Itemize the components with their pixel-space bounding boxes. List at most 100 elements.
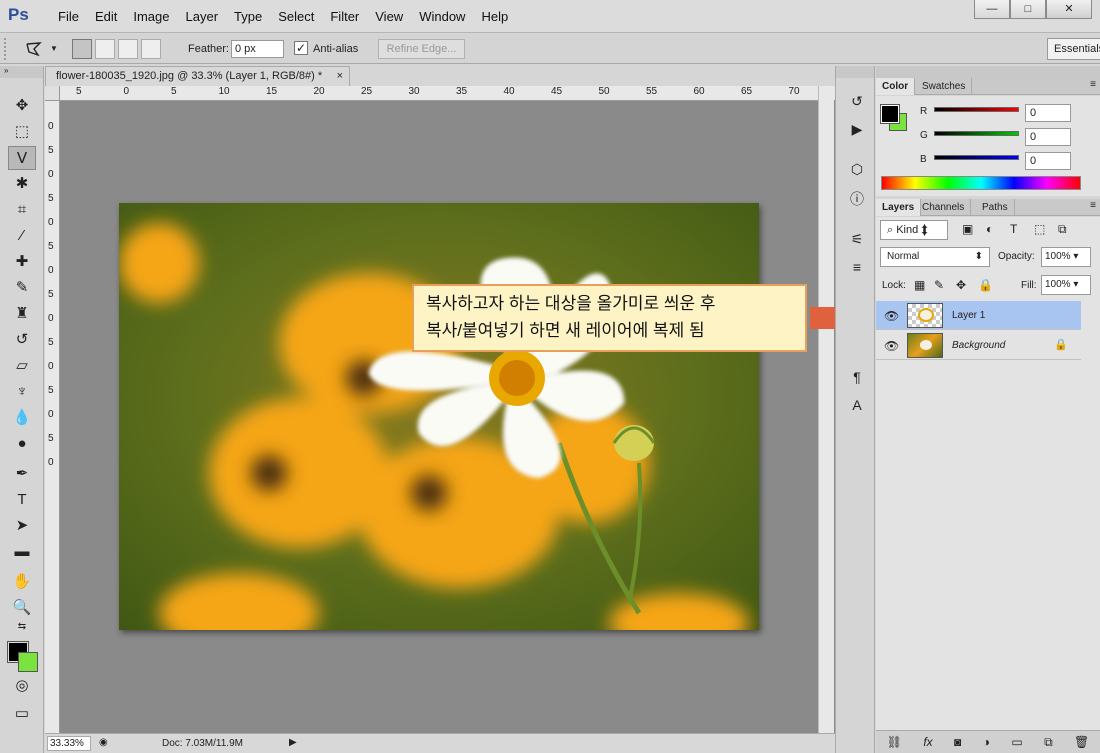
add-mask-icon[interactable]: ◙ [954,735,961,749]
vertical-scrollbar[interactable] [818,86,834,733]
subtract-selection-button[interactable] [118,39,138,59]
info-panel-icon[interactable]: ⓘ [846,188,868,210]
adjustments-panel-icon[interactable]: ≡ [846,256,868,278]
adjustment-layer-icon[interactable]: ◑ [983,735,990,749]
tab-paths[interactable]: Paths [976,199,1015,216]
fill-input[interactable]: 100% ▾ [1041,275,1091,295]
smart-object-filter-icon[interactable]: ⧉ [1058,222,1067,237]
visibility-eye-icon[interactable]: 👁 [884,339,899,353]
brush-panel-icon[interactable]: ⚟ [846,228,868,250]
status-info-icon[interactable]: ◉ [99,737,108,748]
tab-channels[interactable]: Channels [916,199,972,216]
adjustment-filter-icon[interactable]: ◐ [986,222,993,236]
eyedropper-icon[interactable]: ⁄ [8,224,36,248]
paint-bucket-icon[interactable]: ♆ [8,380,36,404]
color-spectrum-bar[interactable] [881,176,1081,190]
antialias-checkbox[interactable]: ✓ [294,41,308,55]
panel-header[interactable] [876,66,1100,78]
zoom-field[interactable]: 33.33% [47,736,91,751]
kind-filter-select[interactable]: ⌕ Kind ⬍ [880,220,948,240]
blue-slider[interactable] [934,155,1019,160]
magic-wand-icon[interactable]: ✱ [8,172,36,196]
vertical-ruler[interactable]: 0 5 0 5 0 5 0 5 0 5 0 5 0 5 0 [45,101,60,733]
background-color-swatch[interactable] [18,652,38,672]
zoom-tool-icon[interactable]: 🔍 [8,596,36,620]
intersect-selection-button[interactable] [141,39,161,59]
tab-layers[interactable]: Layers [876,199,922,216]
menu-filter[interactable]: Filter [322,9,367,24]
blend-mode-select[interactable]: Normal ⬍ [880,247,990,267]
visibility-eye-icon[interactable]: 👁 [884,309,899,323]
minimize-button[interactable]: — [974,0,1010,19]
lock-all-icon[interactable]: 🔒 [978,278,993,292]
swap-colors-icon[interactable]: ⇆ [8,620,36,634]
workspace-switcher[interactable]: Essentials [1047,38,1100,60]
type-tool-icon[interactable]: T [8,488,36,512]
menu-window[interactable]: Window [411,9,473,24]
link-layers-icon[interactable]: ⛓ [887,735,902,749]
red-value-input[interactable]: 0 [1025,104,1071,122]
move-tool-icon[interactable]: ✥ [8,94,36,118]
type-filter-icon[interactable]: T [1010,222,1017,236]
actions-panel-icon[interactable]: ▶ [846,118,868,140]
feather-input[interactable]: 0 px [231,40,284,58]
paragraph-panel-icon[interactable]: ¶ [846,366,868,388]
horizontal-ruler[interactable]: 5 0 5 10 15 20 25 30 35 40 45 50 55 60 65 70 [60,86,835,101]
quick-mask-icon[interactable]: ◎ [8,674,36,698]
menu-help[interactable]: Help [473,9,516,24]
color-panel-menu-icon[interactable]: ≡ [1090,79,1096,90]
maximize-button[interactable]: □ [1010,0,1046,19]
pen-tool-icon[interactable]: ✒ [8,462,36,486]
red-slider[interactable] [934,107,1019,112]
path-select-icon[interactable]: ➤ [8,514,36,538]
layer-row-layer1[interactable]: 👁 Layer 1 [876,301,1081,330]
blur-tool-icon[interactable]: 💧 [8,406,36,430]
delete-layer-icon[interactable]: 🗑 [1074,735,1089,749]
canvas-area[interactable]: 5 0 5 10 15 20 25 30 35 40 45 50 55 60 65 70 0505050505… [45,86,835,733]
refine-edge-button[interactable]: Refine Edge... [378,39,465,59]
healing-brush-icon[interactable]: ✚ [8,250,36,274]
close-document-icon[interactable]: × [337,70,343,82]
layer-row-background[interactable]: 👁 Background 🔒 [876,331,1081,360]
menu-type[interactable]: Type [226,9,270,24]
menu-file[interactable]: File [50,9,87,24]
toolbox-header[interactable]: » [0,66,43,78]
tab-color[interactable]: Color [876,78,916,95]
green-slider[interactable] [934,131,1019,136]
layer-name[interactable]: Background [952,340,1005,351]
layer-style-icon[interactable]: fx [923,735,932,749]
marquee-tool-icon[interactable]: ⬚ [8,120,36,144]
shape-tool-icon[interactable]: ▬ [8,540,36,564]
dock-header[interactable] [836,66,874,78]
stamp-tool-icon[interactable]: ♜ [8,302,36,326]
lock-transparent-icon[interactable]: ▦ [914,278,925,292]
flower-photo[interactable] [119,203,759,630]
lasso-tool-icon[interactable]: ᐯ [8,146,36,170]
tab-swatches[interactable]: Swatches [916,78,973,95]
options-grip[interactable] [4,38,7,60]
menu-select[interactable]: Select [270,9,322,24]
layer1-thumbnail[interactable] [907,303,943,328]
pixel-filter-icon[interactable]: ▣ [962,222,973,236]
screen-mode-icon[interactable]: ▭ [8,702,36,726]
menu-layer[interactable]: Layer [178,9,227,24]
eraser-icon[interactable]: ▱ [8,354,36,378]
polygonal-lasso-icon[interactable] [24,40,44,58]
character-panel-icon[interactable]: A [846,394,868,416]
menu-image[interactable]: Image [125,9,177,24]
lock-position-icon[interactable]: ✥ [956,278,966,292]
3d-panel-icon[interactable]: ⬡ [846,158,868,180]
opacity-input[interactable]: 100% ▾ [1041,247,1091,267]
history-panel-icon[interactable]: ↺ [846,90,868,112]
crop-tool-icon[interactable]: ⌗ [8,198,36,222]
new-group-icon[interactable]: ▭ [1011,735,1022,749]
lock-image-icon[interactable]: ✎ [934,278,944,292]
document-tab[interactable]: flower-180035_1920.jpg @ 33.3% (Layer 1,… [45,66,350,86]
menu-edit[interactable]: Edit [87,9,125,24]
close-button[interactable]: ✕ [1046,0,1092,19]
tool-preset-arrow-icon[interactable]: ▼ [50,44,58,53]
layers-panel-menu-icon[interactable]: ≡ [1090,200,1096,211]
green-value-input[interactable]: 0 [1025,128,1071,146]
status-menu-arrow-icon[interactable]: ▶ [289,737,297,748]
new-layer-icon[interactable]: ⧉ [1044,735,1053,750]
